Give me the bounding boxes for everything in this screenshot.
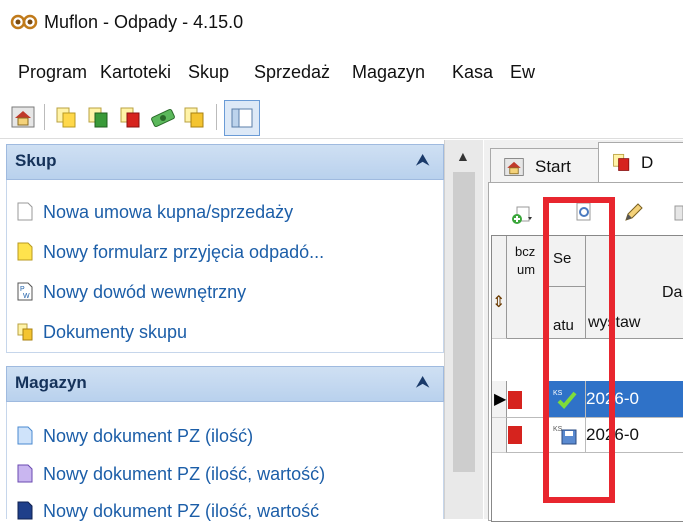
more-tools-icon[interactable] [673,203,683,223]
money-icon[interactable] [150,104,176,130]
link-label: Nowy formularz przyjęcia odpadó... [43,242,325,262]
main-toolbar [0,96,683,139]
documents-red-icon [508,426,522,444]
current-row-arrow-icon: ▶ [494,391,507,408]
menu-ewidencja[interactable]: Ew [510,62,535,83]
tab-start[interactable]: Start [490,148,600,183]
menu-skup[interactable]: Skup [188,62,229,83]
section-body-magazyn: Nowy dokument PZ (ilość) Nowy dokument P… [6,402,444,521]
documents-icon[interactable] [54,104,80,130]
documents-yellow-icon[interactable] [182,104,208,130]
section-body-skup: Nowa umowa kupna/sprzedaży Nowy formular… [6,180,444,353]
panel-toggle-button[interactable] [224,100,260,136]
home-icon [504,158,524,176]
link-nowy-dowod[interactable]: P W Nowy dowód wewnętrzny [17,282,246,303]
section-header-skup[interactable]: Skup ⮝ [6,144,444,180]
link-label: Nowa umowa kupna/sprzedaży [43,202,294,222]
menu-bar: Program Kartoteki Skup Sprzedaż Magazyn … [0,56,683,88]
menu-kasa[interactable]: Kasa [452,62,493,83]
menu-sprzedaz[interactable]: Sprzedaż [254,62,330,83]
purple-document-icon [17,464,33,483]
link-label: Nowy dokument PZ (ilość) [43,426,254,446]
link-label: Dokumenty skupu [43,322,188,342]
menu-kartoteki[interactable]: Kartoteki [100,62,171,83]
documents-red-icon [508,391,522,409]
yellow-document-icon [17,242,33,261]
tab-label: D [641,153,654,172]
highlight-box [543,197,615,503]
menu-magazyn[interactable]: Magazyn [352,62,425,83]
documents-folder-icon [17,323,33,341]
link-dokumenty-skupu[interactable]: Dokumenty skupu [17,322,187,343]
link-pz-ilosc-wartosc[interactable]: Nowy dokument PZ (ilość, wartość) [17,464,325,485]
section-title: Skup [15,151,57,170]
scroll-up-arrow-icon[interactable]: ▲ [456,148,470,164]
svg-text:W: W [23,293,30,300]
app-title: Muflon - Odpady - 4.15.0 [44,12,244,32]
blank-document-icon [17,202,33,221]
svg-text:P: P [20,286,25,293]
header-text: bcz [515,244,536,259]
section-title: Magazyn [15,373,87,392]
tab-dokumenty[interactable]: D [598,142,683,183]
documents-red-icon[interactable] [118,104,144,130]
toolbar-separator [44,104,45,130]
internal-document-icon: PW [17,282,33,301]
navigation-panel: Skup ⮝ Nowa umowa kupna/sprzedaży Nowy f… [0,140,444,521]
link-label: Nowy dokument PZ (ilość, wartość [43,501,320,521]
link-label: Nowy dowód wewnętrzny [43,282,247,302]
double-chevron-up-icon[interactable]: ⮝ [416,152,429,169]
scrollbar-thumb[interactable] [453,172,475,472]
double-chevron-up-icon[interactable]: ⮝ [416,374,429,391]
title-bar: Muflon - Odpady - 4.15.0 [0,0,683,44]
blue-document-icon [17,426,33,445]
header-text: um [517,262,536,277]
grid-corner: ⇕ [492,236,507,339]
tab-label: Start [535,157,571,176]
toolbar-separator [216,104,217,130]
menu-program[interactable]: Program [18,62,87,83]
link-nowa-umowa[interactable]: Nowa umowa kupna/sprzedaży [17,202,293,223]
row-indicator[interactable] [492,418,507,453]
documents-green-icon[interactable] [86,104,112,130]
navigation-scrollbar[interactable]: ▲ [444,140,483,519]
panel-toggle-icon [231,108,253,128]
link-pz-ilosc[interactable]: Nowy dokument PZ (ilość) [17,426,253,447]
sort-arrows-icon[interactable]: ⇕ [492,292,505,312]
add-document-icon[interactable] [511,205,533,225]
muflon-logo-icon [10,14,38,30]
header-text: Da [662,284,683,301]
edit-pencil-icon[interactable] [623,201,645,223]
home-icon[interactable] [10,104,36,130]
documents-red-icon [613,153,630,171]
section-header-magazyn[interactable]: Magazyn ⮝ [6,366,444,402]
navy-document-icon [17,501,33,520]
link-nowy-formularz[interactable]: Nowy formularz przyjęcia odpadó... [17,242,324,263]
link-label: Nowy dokument PZ (ilość, wartość) [43,464,326,484]
row-indicator[interactable]: ▶ [492,381,507,418]
